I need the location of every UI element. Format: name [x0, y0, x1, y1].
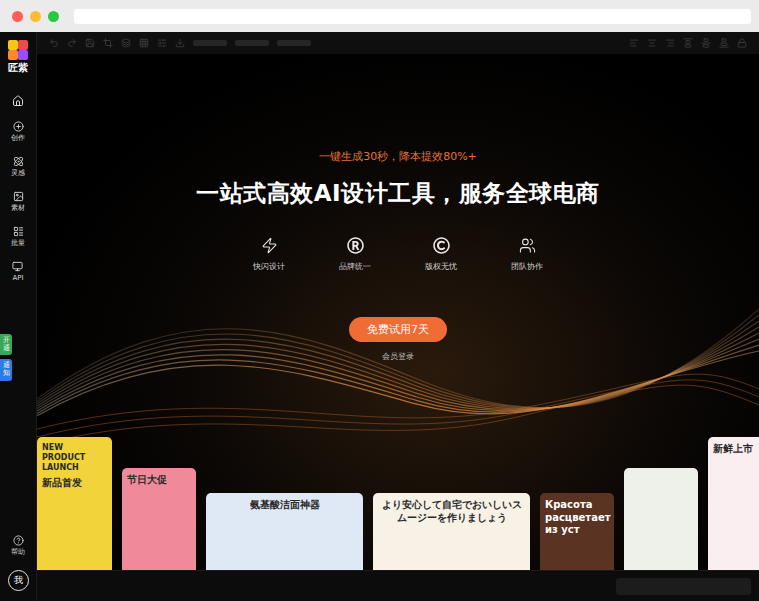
nav-icon	[13, 191, 24, 202]
template-card[interactable]: より安心して自宅でおいしいスムージーを作りましょう	[373, 493, 530, 570]
tool-icon[interactable]	[85, 38, 95, 48]
window-control-dot[interactable]	[12, 11, 23, 22]
tool-icon[interactable]	[103, 38, 113, 48]
help-icon	[13, 535, 24, 546]
tagline: 一键生成30秒，降本提效80%+	[319, 149, 477, 164]
free-trial-button[interactable]: 免费试用7天	[349, 317, 447, 342]
tool-placeholder	[193, 40, 227, 46]
member-login-link[interactable]: 会员登录	[382, 351, 414, 362]
help-button[interactable]: 帮助	[11, 535, 25, 556]
feature-list: 快闪设计品牌统一版权无忧团队协作	[241, 237, 555, 272]
home-icon	[12, 95, 24, 107]
template-card[interactable]: 氨基酸洁面神器	[206, 493, 363, 570]
feature-item: 品牌统一	[327, 237, 383, 272]
template-card[interactable]: 新鲜上市	[708, 437, 759, 570]
address-bar[interactable]	[74, 9, 751, 24]
template-card[interactable]	[624, 468, 698, 570]
template-showcase: NEW PRODUCT LAUNCH新品首发节日大促氨基酸洁面神器より安心して自…	[37, 437, 759, 570]
feature-item: 快闪设计	[241, 237, 297, 272]
side-tabs: 开通通知	[0, 334, 12, 381]
align-icon[interactable]	[701, 38, 711, 48]
hero-title: 一站式高效AI设计工具，服务全球电商	[196, 178, 599, 209]
tool-icon[interactable]	[67, 38, 77, 48]
lightning-icon	[261, 237, 278, 254]
align-icon[interactable]	[737, 38, 747, 48]
tool-icon[interactable]	[139, 38, 149, 48]
template-card[interactable]: 节日大促	[122, 468, 196, 570]
tool-placeholder	[277, 40, 311, 46]
logo-icon	[8, 40, 28, 60]
sidebar-item[interactable]: API	[12, 261, 23, 282]
template-card[interactable]: NEW PRODUCT LAUNCH新品首发	[37, 437, 112, 570]
side-tab[interactable]: 开通	[0, 334, 12, 355]
user-avatar[interactable]: 我	[8, 570, 29, 591]
align-icon[interactable]	[719, 38, 729, 48]
window-control-dot[interactable]	[48, 11, 59, 22]
tool-icon[interactable]	[157, 38, 167, 48]
side-tab[interactable]: 通知	[0, 359, 12, 380]
bottom-action[interactable]	[616, 578, 751, 595]
feature-item: 版权无忧	[413, 237, 469, 272]
feature-item: 团队协作	[499, 237, 555, 272]
nav-icon	[13, 121, 24, 132]
align-icon[interactable]	[665, 38, 675, 48]
wave-icon	[37, 269, 759, 469]
nav-icon	[13, 226, 24, 237]
home-button[interactable]	[12, 95, 24, 107]
nav-icon	[13, 156, 24, 167]
template-card[interactable]: Красота расцветает из уст	[540, 493, 614, 570]
bottom-bar	[37, 570, 759, 601]
sidebar-item[interactable]: 灵感	[11, 156, 25, 177]
sidebar-item[interactable]: 素材	[11, 191, 25, 212]
sidebar-item[interactable]: 创作	[11, 121, 25, 142]
team-icon	[519, 237, 536, 254]
registered-icon	[347, 237, 364, 254]
sidebar-item[interactable]: 批量	[11, 226, 25, 247]
browser-chrome	[0, 0, 759, 32]
logo[interactable]: 匠紫	[8, 40, 28, 73]
main-area: 一键生成30秒，降本提效80%+ 一站式高效AI设计工具，服务全球电商快闪设计品牌…	[37, 32, 759, 601]
browser-window: 匠紫创作灵感素材批量 API 开通通知帮助我 一键生成30秒，降本提效80%+ 一站式高…	[0, 0, 759, 601]
tool-icon[interactable]	[175, 38, 185, 48]
align-icon[interactable]	[647, 38, 657, 48]
nav-icon	[12, 261, 23, 272]
sidebar: 匠紫创作灵感素材批量 API 开通通知帮助我	[0, 32, 37, 601]
align-icon[interactable]	[629, 38, 639, 48]
tool-icon[interactable]	[121, 38, 131, 48]
toolbar	[37, 32, 759, 54]
copyright-icon	[433, 237, 450, 254]
hero: 一键生成30秒，降本提效80%+ 一站式高效AI设计工具，服务全球电商快闪设计品牌…	[37, 54, 759, 570]
tool-placeholder	[235, 40, 269, 46]
window-control-dot[interactable]	[30, 11, 41, 22]
align-icon[interactable]	[683, 38, 693, 48]
tool-icon[interactable]	[49, 38, 59, 48]
app-body: 匠紫创作灵感素材批量 API 开通通知帮助我 一键生成30秒，降本提效80%+ 一站式高…	[0, 32, 759, 601]
